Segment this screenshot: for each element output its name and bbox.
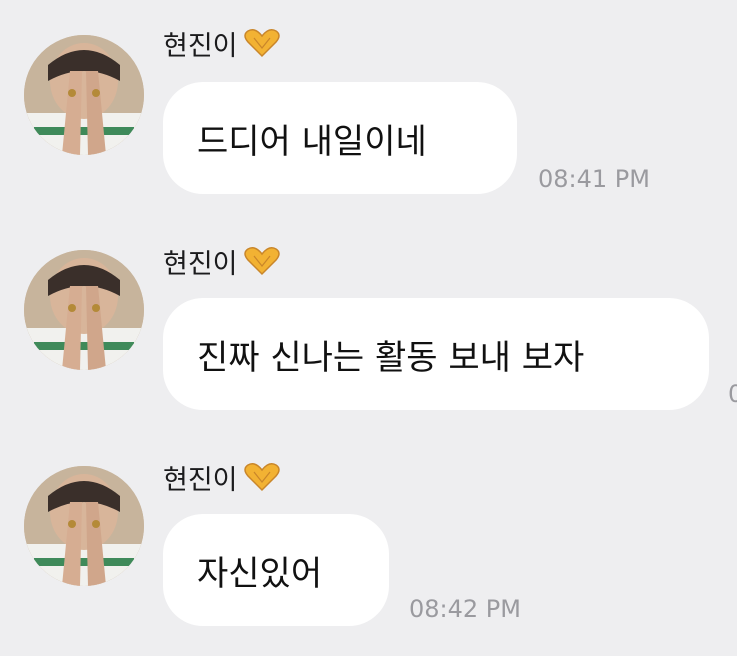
sender-name: 현진이 <box>163 460 282 496</box>
avatar[interactable] <box>24 35 144 155</box>
sender-name: 현진이 <box>163 244 282 280</box>
heart-hands-icon <box>242 462 282 492</box>
avatar[interactable] <box>24 466 144 586</box>
message-timestamp: 08:41 PM <box>538 165 650 193</box>
message-bubble[interactable]: 진짜 신나는 활동 보내 보자 <box>163 298 709 410</box>
heart-hands-icon <box>242 28 282 58</box>
message-timestamp: 08:42 PM <box>409 595 521 623</box>
message-timestamp: 0 <box>728 380 737 408</box>
message-bubble[interactable]: 자신있어 <box>163 514 389 626</box>
sender-name-label: 현진이 <box>163 248 238 280</box>
message-bubble[interactable]: 드디어 내일이네 <box>163 82 517 194</box>
sender-name: 현진이 <box>163 26 282 62</box>
message-text: 진짜 신나는 활동 보내 보자 <box>197 337 585 378</box>
sender-name-label: 현진이 <box>163 464 238 496</box>
heart-hands-icon <box>242 246 282 276</box>
avatar[interactable] <box>24 250 144 370</box>
message-text: 드디어 내일이네 <box>197 121 427 162</box>
message-text: 자신있어 <box>197 553 323 594</box>
sender-name-label: 현진이 <box>163 30 238 62</box>
